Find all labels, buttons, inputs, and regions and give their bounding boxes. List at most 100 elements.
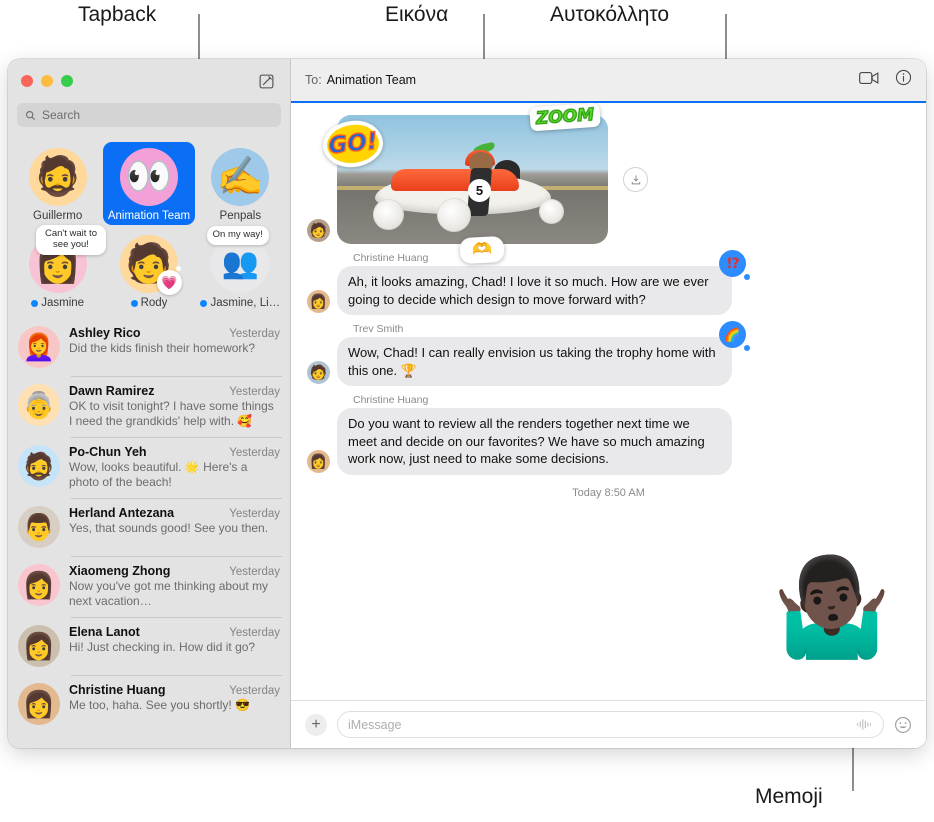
sidebar-titlebar <box>8 59 290 103</box>
avatar-glyph: 👩 <box>22 570 56 600</box>
conversation-row-xiaomeng-zhong[interactable]: 👩 Xiaomeng Zhong Yesterday Now you've go… <box>8 556 290 617</box>
pinned-item-guillermo[interactable]: 🧔 Guillermo <box>12 142 103 225</box>
soapbox-car-illustration: 5 <box>361 141 576 232</box>
conversation-body: Xiaomeng Zhong Yesterday Now you've got … <box>69 564 280 609</box>
conversation-time: Yesterday <box>229 386 280 398</box>
pinned-item-jasmine[interactable]: Can't wait to see you! 👩 Jasmine <box>12 225 106 312</box>
pinned-conversations: 🧔 Guillermo 👀 Animation Team ✍️ Penpals … <box>8 136 290 316</box>
conversation-preview: Now you've got me thinking about my next… <box>69 579 269 608</box>
conversation-row-ashley-rico[interactable]: 👩‍🦰 Ashley Rico Yesterday Did the kids f… <box>8 318 290 376</box>
minimize-button[interactable] <box>41 75 53 87</box>
car-top <box>391 169 519 191</box>
sender-name: Trev Smith <box>353 323 404 336</box>
conversation-header: Christine Huang Yesterday <box>69 683 280 697</box>
conversation-preview: Hi! Just checking in. How did it go? <box>69 640 256 654</box>
conversation-time: Yesterday <box>229 627 280 639</box>
conversation-header: Herland Antezana Yesterday <box>69 506 280 520</box>
pinned-item-label: Guillermo <box>33 210 82 222</box>
pinned-item-penpals[interactable]: ✍️ Penpals <box>195 142 286 225</box>
info-icon[interactable] <box>895 69 912 91</box>
conversation-body: Dawn Ramirez Yesterday OK to visit tonig… <box>69 384 280 429</box>
header-actions <box>859 69 912 91</box>
chat-pane: To: Animation Team 🧑 5 GO! ZOOM 🫶 Christ… <box>291 59 926 748</box>
tapback-rainbow[interactable]: 🌈 <box>719 321 750 352</box>
photo-message-row: 🧑 5 GO! ZOOM 🫶 <box>307 103 910 265</box>
avatar: 🧔 <box>18 445 60 487</box>
conversation-row-dawn-ramirez[interactable]: 👵 Dawn Ramirez Yesterday OK to visit ton… <box>8 376 290 437</box>
conversation-row-herland-antezana[interactable]: 👨 Herland Antezana Yesterday Yes, that s… <box>8 498 290 556</box>
tapback-exclamation[interactable]: !? <box>719 250 750 280</box>
message-input-bar: + iMessage <box>291 700 926 748</box>
unread-dot <box>130 299 138 307</box>
message-row: 👩 Ah, it looks amazing, Chad! I love it … <box>307 250 910 316</box>
callout-label-sticker: Αυτοκόλλητο <box>550 3 670 26</box>
pinned-name-text: Rody <box>140 297 168 309</box>
conversation-time: Yesterday <box>229 447 280 459</box>
pinned-item-label: Jasmine <box>31 297 84 309</box>
conversation-time: Yesterday <box>229 328 280 340</box>
photo-attachment[interactable]: 5 GO! ZOOM 🫶 <box>320 103 608 265</box>
imessage-placeholder: iMessage <box>348 717 402 732</box>
unread-dot <box>31 299 39 307</box>
heart-hands-sticker[interactable]: 🫶 <box>459 235 505 265</box>
avatar: 👩 <box>18 625 60 667</box>
emoji-smiley-icon[interactable] <box>894 716 912 734</box>
conversation-header: Ashley Rico Yesterday <box>69 326 280 340</box>
chat-header: To: Animation Team <box>291 59 926 103</box>
avatar: 🧑 <box>307 361 330 385</box>
pinned-preview-bubble: Can't wait to see you! <box>36 225 106 255</box>
conversation-name: Elena Lanot <box>69 625 140 639</box>
message-bubble[interactable]: Ah, it looks amazing, Chad! I love it so… <box>337 250 750 316</box>
messages-window: Search 🧔 Guillermo 👀 Animation Team ✍️ P… <box>8 59 926 748</box>
to-label: To: <box>305 73 322 87</box>
close-button[interactable] <box>21 75 33 87</box>
pinned-item-animation-team[interactable]: 👀 Animation Team <box>103 142 195 225</box>
conversation-body: Po-Chun Yeh Yesterday Wow, looks beautif… <box>69 445 280 490</box>
avatar: 👵 <box>18 384 60 426</box>
zoom-button[interactable] <box>61 75 73 87</box>
imessage-input[interactable]: iMessage <box>337 711 884 738</box>
avatar: 👩‍🦰 <box>18 326 60 368</box>
search-container: Search <box>8 103 290 136</box>
audio-waveform-icon[interactable] <box>856 718 873 731</box>
message-bubble[interactable]: Do you want to review all the renders to… <box>337 408 732 475</box>
avatar-glyph: 👩 <box>309 293 328 310</box>
pinned-name-text: Animation Team <box>107 210 191 222</box>
pinned-item-jasmine-group[interactable]: On my way! 👥 Jasmine, Li… <box>195 226 286 312</box>
facetime-video-icon[interactable] <box>859 71 879 90</box>
avatar: 👀 <box>119 148 178 206</box>
plus-icon[interactable]: + <box>305 713 327 736</box>
recipient-field[interactable]: Animation Team <box>327 73 416 87</box>
compose-icon[interactable] <box>255 70 277 92</box>
pinned-item-rody[interactable]: 🧑 💗 Rody <box>103 229 194 312</box>
message-row: 👩 Do you want to review all the renders … <box>307 408 910 475</box>
conversation-name: Xiaomeng Zhong <box>69 564 171 578</box>
conversation-row-elena-lanot[interactable]: 👩 Elena Lanot Yesterday Hi! Just checkin… <box>8 617 290 675</box>
conversation-preview: Yes, that sounds good! See you then. <box>69 521 269 535</box>
conversation-name: Po-Chun Yeh <box>69 445 147 459</box>
memoji-overlay[interactable]: 🤷🏿‍♂️ <box>772 554 892 656</box>
avatar-glyph: 🧔 <box>22 451 56 481</box>
tapback-glyph: 🌈 <box>724 327 741 343</box>
pinned-name-text: Jasmine, Li… <box>210 297 281 309</box>
avatar: 👩 <box>18 683 60 725</box>
pinned-preview-bubble: On my way! <box>206 226 269 245</box>
avatar-glyph: 🧑 <box>309 364 328 381</box>
pinned-item-label: Jasmine, Li… <box>200 297 280 309</box>
conversation-preview: Wow, looks beautiful. 🌟 Here's a photo o… <box>69 460 248 489</box>
search-input[interactable]: Search <box>17 103 281 127</box>
conversation-name: Christine Huang <box>69 683 166 697</box>
avatar-glyph: 🧔 <box>33 156 82 198</box>
conversation-name: Dawn Ramirez <box>69 384 155 398</box>
callout-label-image: Εικόνα <box>385 3 449 26</box>
conversation-header: Dawn Ramirez Yesterday <box>69 384 280 398</box>
avatar-glyph: 👀 <box>125 156 173 198</box>
zoom-sticker[interactable]: ZOOM <box>529 103 601 132</box>
message-text: Wow, Chad! I can really envision us taki… <box>348 345 716 378</box>
conversation-row-po-chun-yeh[interactable]: 🧔 Po-Chun Yeh Yesterday Wow, looks beaut… <box>8 437 290 498</box>
conversation-row-christine-huang[interactable]: 👩 Christine Huang Yesterday Me too, haha… <box>8 675 290 733</box>
conversation-name: Ashley Rico <box>69 326 141 340</box>
download-icon[interactable] <box>623 167 648 192</box>
conversation-preview: Me too, haha. See you shortly! 😎 <box>69 698 251 712</box>
message-bubble[interactable]: Wow, Chad! I can really envision us taki… <box>337 321 750 387</box>
